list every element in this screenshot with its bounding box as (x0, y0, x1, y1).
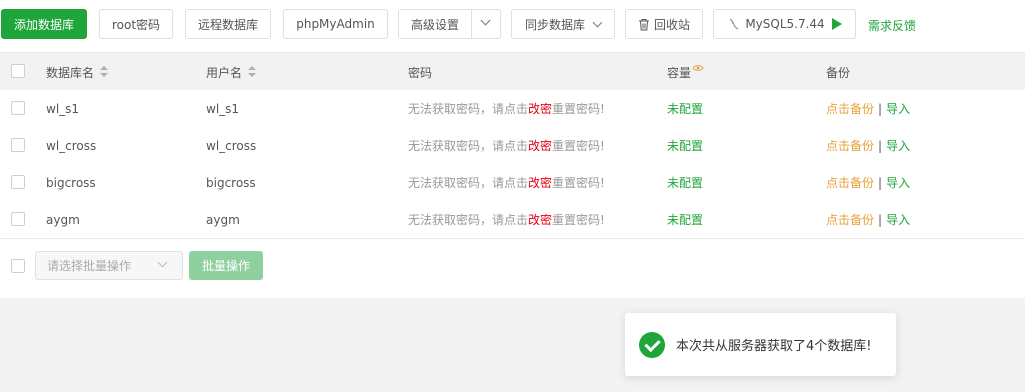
column-header-password-label: 密码 (408, 65, 433, 80)
change-password-link[interactable]: 改密 (528, 174, 552, 191)
recycle-bin-label: 回收站 (653, 17, 690, 32)
backup-link[interactable]: 点击备份 (826, 174, 874, 191)
batch-operation-button[interactable]: 批量操作 (189, 251, 263, 280)
backup-cell: 点击备份 | 导入 (826, 127, 910, 164)
backup-link[interactable]: 点击备份 (826, 137, 874, 154)
link-separator: | (878, 175, 883, 190)
capacity-status[interactable]: 未配置 (667, 90, 703, 127)
password-cell: 无法获取密码，请点击 改密 重置密码! (408, 127, 605, 164)
password-message-suffix: 重置密码! (552, 139, 605, 153)
phpmyadmin-button[interactable]: phpMyAdmin (283, 9, 388, 39)
row-checkbox[interactable] (11, 101, 25, 115)
mysql-version-button[interactable]: MySQL5.7.44 (713, 9, 856, 39)
import-link[interactable]: 导入 (886, 211, 910, 228)
link-separator: | (878, 138, 883, 153)
sort-icon (248, 66, 257, 78)
remote-database-button[interactable]: 远程数据库 (185, 9, 271, 39)
table-row: wl_cross wl_cross 无法获取密码，请点击 改密 重置密码! 未配置 … (0, 127, 1025, 165)
password-message-suffix: 重置密码! (552, 176, 605, 190)
backup-cell: 点击备份 | 导入 (826, 164, 910, 201)
chevron-down-icon (592, 17, 603, 27)
table-row: aygm aygm 无法获取密码，请点击 改密 重置密码! 未配置 点击备份 | 导入 (0, 201, 1025, 239)
root-password-button[interactable]: root密码 (99, 9, 173, 39)
password-message: 无法获取密码，请点击 (408, 102, 529, 116)
add-database-button[interactable]: 添加数据库 (1, 9, 87, 39)
batch-operation-placeholder: 请选择批量操作 (47, 259, 132, 273)
password-message: 无法获取密码，请点击 (408, 213, 529, 227)
backup-cell: 点击备份 | 导入 (826, 201, 910, 238)
row-checkbox[interactable] (11, 138, 25, 152)
batch-operation-select[interactable]: 请选择批量操作 (35, 251, 183, 280)
database-panel: 添加数据库 root密码 远程数据库 phpMyAdmin 高级设置 同步数据库… (0, 0, 1025, 298)
capacity-status[interactable]: 未配置 (667, 164, 703, 201)
sync-database-label: 同步数据库 (524, 17, 585, 32)
column-header-capacity: 容量 (667, 53, 704, 91)
column-header-user[interactable]: 用户名 (206, 53, 257, 91)
column-header-password: 密码 (408, 53, 432, 91)
chevron-down-icon[interactable] (480, 15, 491, 26)
toolbar: 添加数据库 root密码 远程数据库 phpMyAdmin 高级设置 同步数据库… (0, 0, 1025, 52)
advanced-settings-label: 高级设置 (411, 17, 460, 32)
database-user: wl_cross (206, 138, 257, 153)
column-header-backup: 备份 (826, 53, 850, 91)
row-checkbox[interactable] (11, 175, 25, 189)
play-icon (831, 18, 842, 30)
feedback-link[interactable]: 需求反馈 (868, 17, 916, 34)
eye-icon[interactable] (692, 64, 704, 72)
database-user: aygm (206, 212, 240, 227)
database-user: bigcross (206, 175, 256, 190)
password-message: 无法获取密码，请点击 (408, 139, 529, 153)
import-link[interactable]: 导入 (886, 137, 910, 154)
sync-database-dropdown[interactable]: 同步数据库 (511, 9, 615, 39)
password-cell: 无法获取密码，请点击 改密 重置密码! (408, 201, 605, 238)
table-row: wl_s1 wl_s1 无法获取密码，请点击 改密 重置密码! 未配置 点击备份 | 导… (0, 90, 1025, 128)
capacity-status[interactable]: 未配置 (667, 201, 703, 238)
database-name: wl_cross (46, 138, 97, 153)
database-name: bigcross (46, 175, 96, 190)
link-separator: | (878, 212, 883, 227)
select-all-checkbox[interactable] (11, 64, 25, 78)
change-password-link[interactable]: 改密 (528, 211, 552, 228)
import-link[interactable]: 导入 (886, 100, 910, 117)
chevron-down-icon (157, 257, 168, 268)
advanced-settings-dropdown[interactable]: 高级设置 (398, 9, 501, 39)
column-header-user-label: 用户名 (206, 65, 243, 80)
database-name: wl_s1 (46, 101, 80, 116)
password-message: 无法获取密码，请点击 (408, 176, 529, 190)
mysql-version-label: MySQL5.7.44 (745, 17, 825, 31)
toast-message: 本次共从服务器获取了4个数据库! (676, 339, 872, 354)
trash-icon (638, 18, 649, 30)
change-password-link[interactable]: 改密 (528, 137, 552, 154)
link-separator: | (878, 101, 883, 116)
password-message-suffix: 重置密码! (552, 102, 605, 116)
success-toast: 本次共从服务器获取了4个数据库! (625, 313, 896, 376)
table-row: bigcross bigcross 无法获取密码，请点击 改密 重置密码! 未配置 … (0, 164, 1025, 202)
password-cell: 无法获取密码，请点击 改密 重置密码! (408, 90, 605, 127)
import-link[interactable]: 导入 (886, 174, 910, 191)
column-header-backup-label: 备份 (826, 65, 851, 80)
recycle-bin-button[interactable]: 回收站 (625, 9, 703, 39)
dropdown-divider (471, 10, 472, 38)
password-cell: 无法获取密码，请点击 改密 重置密码! (408, 164, 605, 201)
backup-link[interactable]: 点击备份 (826, 211, 874, 228)
backup-cell: 点击备份 | 导入 (826, 90, 910, 127)
backup-link[interactable]: 点击备份 (826, 100, 874, 117)
row-checkbox[interactable] (11, 212, 25, 226)
sort-icon (100, 66, 109, 78)
column-header-name[interactable]: 数据库名 (46, 53, 109, 91)
password-message-suffix: 重置密码! (552, 213, 605, 227)
table-header: 数据库名 用户名 密码 容量 备份 (0, 52, 1025, 92)
database-name: aygm (46, 212, 80, 227)
database-user: wl_s1 (206, 101, 240, 116)
check-circle-icon (639, 331, 665, 358)
change-password-link[interactable]: 改密 (528, 100, 552, 117)
capacity-status[interactable]: 未配置 (667, 127, 703, 164)
column-header-capacity-label: 容量 (667, 65, 692, 80)
mysql-dolphin-icon (730, 18, 739, 30)
column-header-name-label: 数据库名 (46, 65, 95, 80)
batch-select-all-checkbox[interactable] (11, 259, 25, 273)
